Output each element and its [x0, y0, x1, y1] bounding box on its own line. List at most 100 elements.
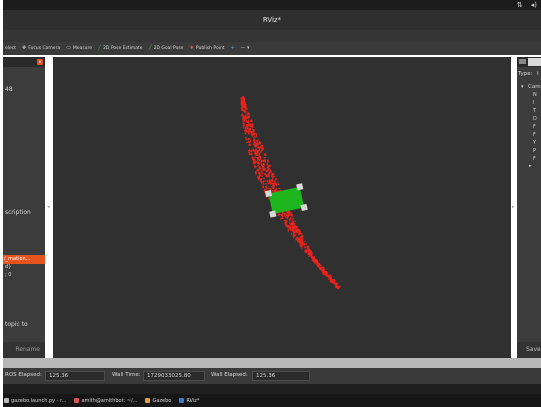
- laser-point: [247, 138, 249, 141]
- taskbar-item-terminal[interactable]: amith@amithbot: ~/...: [74, 398, 137, 404]
- tree-expand-icon[interactable]: ▾: [521, 84, 524, 90]
- panel-splitter[interactable]: [3, 358, 541, 368]
- laser-point: [263, 167, 265, 170]
- laser-point: [264, 159, 266, 161]
- laser-point: [245, 120, 247, 122]
- camera-property-item[interactable]: N: [533, 92, 537, 98]
- topic-hint: topic to: [5, 321, 28, 328]
- laser-point: [290, 213, 293, 215]
- laser-point: [337, 287, 340, 290]
- tool-select[interactable]: elect: [3, 46, 16, 51]
- laser-point: [258, 166, 261, 169]
- taskbar-item-gazebo-launch[interactable]: gazebo.launch.py - r...: [4, 398, 66, 404]
- laser-point: [248, 152, 250, 154]
- camera-property-item[interactable]: T: [533, 108, 536, 114]
- laser-point: [242, 120, 244, 122]
- laser-point: [266, 180, 269, 183]
- displays-item-48[interactable]: 48: [5, 86, 13, 93]
- save-button[interactable]: Save: [517, 342, 541, 358]
- remove-tool-button[interactable]: − ▾: [241, 46, 250, 51]
- tool-2d-pose-estimate[interactable]: ╱ 2D Pose Estimate: [98, 46, 143, 52]
- volume-icon[interactable]: ◂): [531, 0, 537, 10]
- laser-point: [241, 115, 244, 117]
- laser-point: [316, 261, 318, 263]
- laser-point: [262, 180, 264, 183]
- camera-property-item[interactable]: F: [533, 132, 536, 138]
- taskbar-item-gazebo[interactable]: Gazebo: [145, 398, 171, 404]
- laser-point: [294, 229, 296, 231]
- laser-point: [300, 244, 303, 247]
- laser-point: [302, 243, 304, 246]
- camera-property-item[interactable]: Y: [533, 140, 536, 146]
- rename-button[interactable]: Rename: [3, 342, 45, 358]
- laser-point: [271, 175, 274, 178]
- laser-point: [242, 122, 245, 124]
- views-icon: [519, 59, 526, 64]
- laser-point: [247, 114, 249, 117]
- laser-point: [248, 125, 251, 127]
- tool-measure[interactable]: ▭ Measure: [66, 46, 92, 52]
- laser-point: [265, 183, 267, 185]
- laser-point: [264, 168, 266, 171]
- laser-point: [246, 121, 249, 123]
- camera-property-item[interactable]: I: [533, 100, 534, 106]
- laser-point: [312, 256, 314, 259]
- laser-point: [252, 137, 255, 139]
- laser-point: [295, 235, 297, 237]
- laser-point: [250, 140, 251, 142]
- tree-subexpand-icon[interactable]: ▸: [529, 163, 532, 169]
- collapse-right-arrow-icon[interactable]: ▸: [512, 204, 515, 210]
- laser-point: [329, 280, 332, 283]
- wall-elapsed-field[interactable]: 125.36: [252, 371, 310, 381]
- laser-point: [291, 214, 293, 217]
- laser-point: [254, 141, 256, 143]
- laser-point: [261, 147, 264, 149]
- terminal-icon: [4, 398, 9, 403]
- camera-property-item[interactable]: F: [533, 124, 536, 130]
- render-viewport[interactable]: [53, 57, 511, 358]
- wall-time-field[interactable]: 1729033025.80: [143, 371, 205, 381]
- tool-2d-goal-pose[interactable]: ╱ 2D Goal Pose: [149, 46, 184, 52]
- laser-point: [281, 217, 284, 219]
- network-icon[interactable]: ⇅: [517, 0, 523, 10]
- tool-focus-camera[interactable]: ✥ Focus Camera: [22, 46, 60, 52]
- laser-point: [255, 133, 258, 135]
- camera-property-item[interactable]: F: [533, 156, 536, 162]
- robot-wheel-front-left: [264, 189, 273, 198]
- close-icon[interactable]: ×: [37, 59, 43, 65]
- scene-canvas[interactable]: [53, 57, 511, 358]
- laser-point: [247, 116, 250, 118]
- laser-point: [338, 286, 340, 288]
- laser-point: [314, 260, 317, 263]
- laser-point: [281, 213, 283, 216]
- displays-panel-header: ×: [3, 57, 45, 67]
- ros-elapsed-field[interactable]: 125.36: [45, 371, 105, 381]
- selected-display-item[interactable]: /_mation...: [3, 255, 45, 264]
- laser-point: [292, 221, 295, 223]
- laser-point: [267, 182, 270, 184]
- add-tool-button[interactable]: +: [231, 46, 235, 51]
- laser-point: [254, 136, 256, 138]
- laser-point: [304, 246, 306, 249]
- collapse-left-arrow-icon[interactable]: ◂: [47, 204, 50, 210]
- laser-point: [249, 127, 251, 131]
- type-value[interactable]: I: [537, 71, 539, 77]
- laser-point: [260, 144, 263, 147]
- laser-point: [247, 131, 249, 133]
- laser-point: [247, 113, 250, 115]
- camera-tree-root[interactable]: Cam: [528, 84, 541, 90]
- laser-point: [258, 149, 260, 151]
- laser-point: [270, 182, 272, 184]
- window-title-bar[interactable]: RViz*: [3, 10, 541, 30]
- laser-point: [321, 269, 324, 272]
- camera-property-item[interactable]: D: [533, 116, 537, 122]
- laser-point: [272, 187, 274, 189]
- tool-publish-point[interactable]: ♦ Publish Point: [189, 46, 224, 52]
- taskbar-item-rviz[interactable]: RViz*: [179, 398, 199, 404]
- desktop-screen: ⇅ ◂) RViz* elect ✥ Focus Camera ▭ Measur…: [0, 0, 541, 407]
- camera-property-item[interactable]: P: [533, 148, 536, 154]
- laser-point: [263, 157, 266, 159]
- views-tab[interactable]: [528, 58, 541, 66]
- laser-point: [274, 181, 276, 183]
- laser-point: [328, 278, 330, 280]
